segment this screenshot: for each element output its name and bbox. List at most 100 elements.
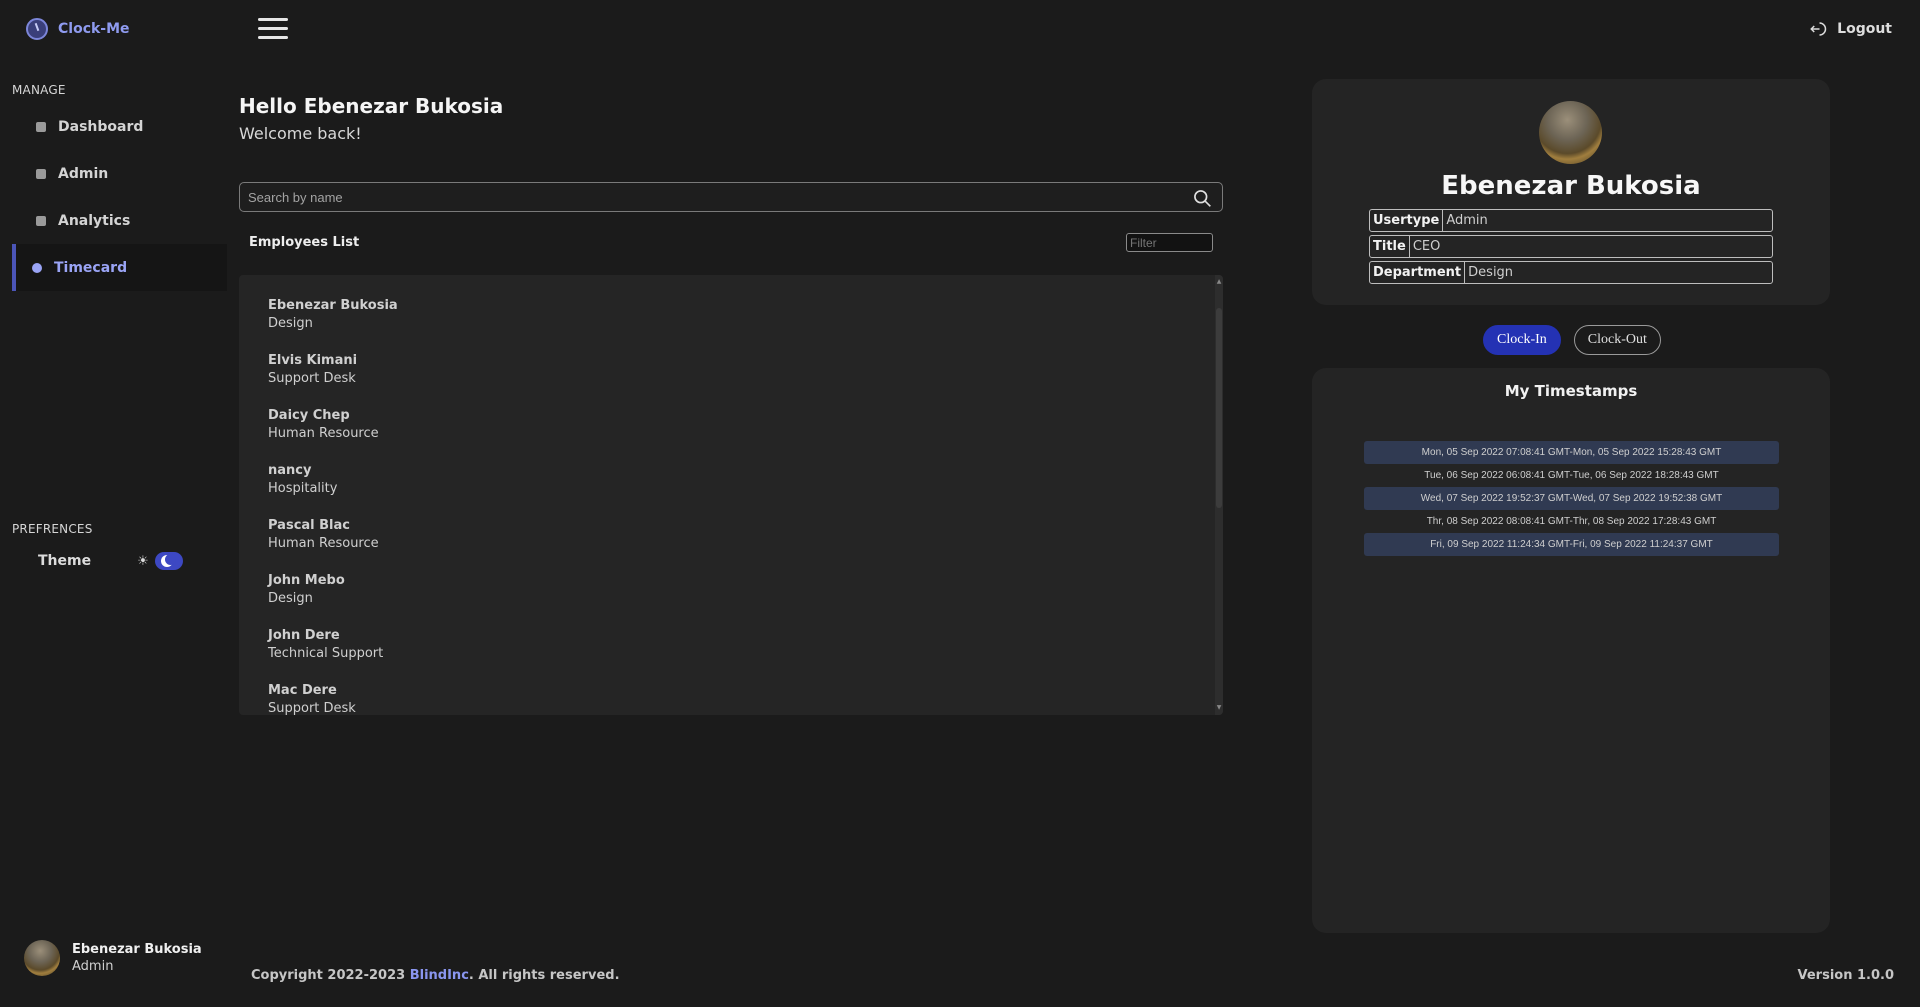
brand-link[interactable]: BlindInc — [410, 968, 469, 983]
list-item[interactable]: John Dere Technical Support — [268, 628, 383, 661]
user-role: Admin — [72, 959, 114, 974]
clock-out-button[interactable]: Clock-Out — [1573, 325, 1661, 355]
sidebar-item-label: Admin — [58, 165, 109, 182]
dashboard-icon — [36, 121, 46, 132]
version-label: Version 1.0.0 — [1797, 968, 1895, 983]
employee-department: Design — [268, 591, 313, 606]
menu-toggle-button[interactable] — [258, 18, 288, 40]
preferences-section-label: PREFRENCES — [12, 522, 93, 536]
profile-name: Ebenezar Bukosia — [1441, 171, 1701, 201]
scroll-up-icon[interactable]: ▲ — [1216, 279, 1222, 285]
sidebar-item-timecard[interactable]: Timecard — [12, 244, 227, 291]
hamburger-icon-line — [258, 36, 288, 39]
list-item[interactable]: Pascal Blac Human Resource — [268, 518, 379, 551]
employee-name: Ebenezar Bukosia — [268, 298, 398, 313]
employee-department: Technical Support — [268, 646, 384, 661]
profile-field-usertype: Usertype Admin — [1369, 209, 1773, 232]
brand[interactable]: Clock-Me — [26, 18, 130, 40]
field-value: Admin — [1446, 213, 1488, 228]
sidebar-item-admin[interactable]: Admin — [12, 150, 227, 197]
list-item[interactable]: nancy Hospitality — [268, 463, 337, 496]
sidebar-item-label: Analytics — [58, 212, 131, 229]
employee-name: Daicy Chep — [268, 408, 350, 423]
sidebar-item-label: Dashboard — [58, 118, 144, 135]
list-item[interactable]: Ebenezar Bukosia Design — [268, 298, 398, 331]
employee-department: Hospitality — [268, 481, 338, 496]
field-value: Design — [1468, 265, 1514, 280]
copyright-prefix: Copyright 2022-2023 — [251, 968, 410, 983]
employees-title: Employees List — [249, 235, 360, 250]
greeting: Hello Ebenezar Bukosia Welcome back! — [239, 94, 503, 143]
clock-in-button[interactable]: Clock-In — [1483, 325, 1561, 355]
timestamp-row: Fri, 09 Sep 2022 11:24:34 GMT-Fri, 09 Se… — [1364, 533, 1779, 556]
list-item[interactable]: Daicy Chep Human Resource — [268, 408, 379, 441]
clock-icon — [32, 262, 42, 273]
employee-name: John Dere — [268, 628, 340, 643]
moon-icon[interactable] — [154, 552, 183, 570]
employee-name: John Mebo — [268, 573, 345, 588]
timestamp-row: Mon, 05 Sep 2022 07:08:41 GMT-Mon, 05 Se… — [1364, 441, 1779, 464]
timestamp-row: Thr, 08 Sep 2022 08:08:41 GMT-Thr, 08 Se… — [1426, 516, 1717, 527]
clock-logo-icon — [26, 18, 48, 40]
manage-section-label: MANAGE — [12, 83, 66, 97]
profile-avatar — [1539, 101, 1602, 164]
search-input[interactable] — [240, 183, 1222, 211]
copyright: Copyright 2022-2023 BlindInc. All rights… — [251, 968, 620, 983]
timestamps-title: My Timestamps — [1504, 382, 1638, 400]
employee-department: Human Resource — [268, 536, 379, 551]
timestamps-card: My Timestamps Mon, 05 Sep 2022 07:08:41 … — [1312, 368, 1830, 933]
field-key: Usertype — [1370, 210, 1444, 231]
sidebar-item-dashboard[interactable]: Dashboard — [12, 103, 227, 150]
list-item[interactable]: Mac Dere Support Desk — [268, 683, 356, 715]
employee-name: nancy — [268, 463, 312, 478]
hamburger-icon-line — [258, 27, 288, 30]
theme-toggle[interactable]: ☀ — [137, 552, 183, 570]
sidebar-nav: Dashboard Admin Analytics Timecard — [12, 103, 227, 291]
logout-button[interactable]: Logout — [1809, 20, 1892, 38]
list-item[interactable]: John Mebo Design — [268, 573, 345, 606]
avatar — [24, 940, 60, 976]
sidebar-item-label: Timecard — [54, 259, 128, 276]
sidebar-user-card: Ebenezar Bukosia Admin — [24, 940, 202, 976]
profile-field-title: Title CEO — [1369, 235, 1773, 258]
scroll-down-icon[interactable]: ▼ — [1216, 705, 1222, 711]
field-value: CEO — [1412, 239, 1441, 254]
user-name: Ebenezar Bukosia — [72, 942, 202, 957]
logout-icon — [1810, 22, 1827, 36]
scrollbar-thumb[interactable] — [1216, 308, 1222, 508]
profile-field-department: Department Design — [1369, 261, 1773, 284]
sun-icon: ☀ — [137, 553, 149, 569]
timestamp-row: Wed, 07 Sep 2022 19:52:37 GMT-Wed, 07 Se… — [1364, 487, 1779, 510]
field-key: Title — [1370, 236, 1410, 257]
copyright-suffix: . All rights reserved. — [468, 968, 620, 983]
profile-card: Ebenezar Bukosia Usertype Admin Title CE… — [1312, 79, 1830, 305]
employee-name: Mac Dere — [268, 683, 337, 698]
employee-department: Support Desk — [268, 371, 356, 386]
theme-row: Theme ☀ — [38, 552, 183, 570]
welcome-text: Welcome back! — [239, 124, 362, 143]
scrollbar[interactable]: ▲ ▼ — [1215, 275, 1223, 715]
employee-department: Support Desk — [268, 701, 356, 715]
search-icon[interactable] — [1192, 188, 1212, 208]
employee-department: Human Resource — [268, 426, 379, 441]
app-name: Clock-Me — [58, 21, 130, 37]
timestamp-row: Tue, 06 Sep 2022 06:08:41 GMT-Tue, 06 Se… — [1424, 470, 1719, 481]
list-item[interactable]: Elvis Kimani Support Desk — [268, 353, 357, 386]
employees-list[interactable]: Ebenezar Bukosia Design Elvis Kimani Sup… — [239, 275, 1223, 715]
employee-name: Pascal Blac — [268, 518, 350, 533]
page-title: Hello Ebenezar Bukosia — [239, 94, 504, 118]
logout-label: Logout — [1837, 21, 1892, 37]
employees-header: Employees List — [249, 233, 1213, 252]
hamburger-icon — [258, 18, 288, 21]
employee-department: Design — [268, 316, 313, 331]
employee-name: Elvis Kimani — [268, 353, 358, 368]
sidebar-item-analytics[interactable]: Analytics — [12, 197, 227, 244]
theme-label: Theme — [38, 553, 92, 569]
timestamps-list: Mon, 05 Sep 2022 07:08:41 GMT-Mon, 05 Se… — [1364, 441, 1779, 556]
field-key: Department — [1370, 262, 1466, 283]
admin-icon — [36, 168, 46, 179]
filter-input[interactable] — [1126, 233, 1213, 252]
analytics-icon — [36, 215, 46, 226]
search-box — [239, 182, 1223, 212]
clock-buttons: Clock-In Clock-Out — [1483, 325, 1661, 355]
